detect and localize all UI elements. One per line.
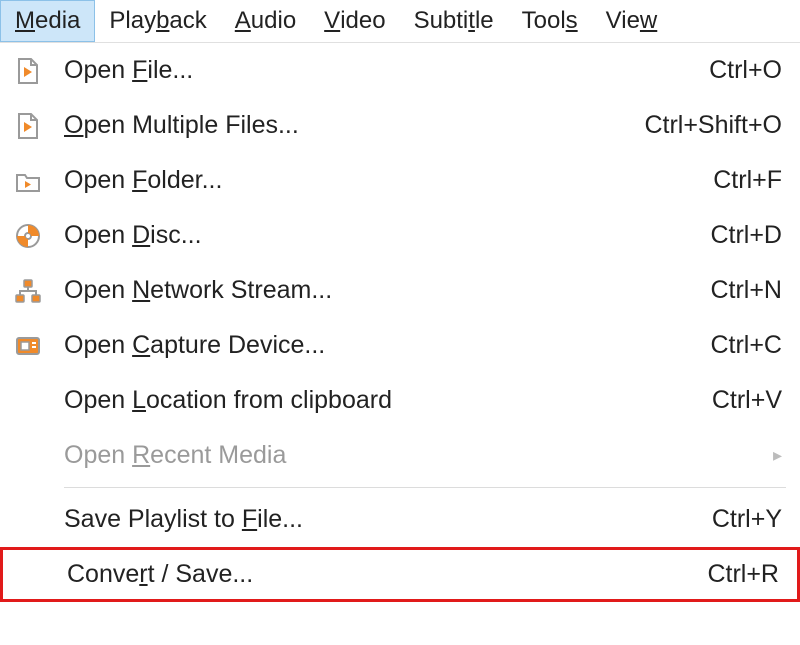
menu-item-label: Open Capture Device... bbox=[64, 331, 680, 360]
menu-item-label: Open Disc... bbox=[64, 221, 680, 250]
menubar-item-tools[interactable]: Tools bbox=[508, 0, 592, 42]
menu-item-shortcut: Ctrl+Shift+O bbox=[644, 111, 782, 140]
menu-item-shortcut: Ctrl+Y bbox=[712, 505, 782, 534]
file-play-icon bbox=[14, 112, 64, 140]
menu-open-recent-media: Open Recent Media ▸ bbox=[0, 428, 800, 483]
menu-item-label: Open Location from clipboard bbox=[64, 386, 682, 415]
menu-item-label: Open Folder... bbox=[64, 166, 683, 195]
menu-item-shortcut: Ctrl+V bbox=[712, 386, 782, 415]
menu-item-shortcut: Ctrl+R bbox=[707, 560, 779, 589]
menubar-item-subtitle[interactable]: Subtitle bbox=[400, 0, 508, 42]
menubar-item-audio[interactable]: Audio bbox=[221, 0, 310, 42]
menu-item-shortcut: Ctrl+C bbox=[710, 331, 782, 360]
menubar-item-video[interactable]: Video bbox=[310, 0, 399, 42]
menu-open-location-clipboard[interactable]: Open Location from clipboard Ctrl+V bbox=[0, 373, 800, 428]
menu-item-label: Convert / Save... bbox=[67, 560, 677, 589]
menu-item-shortcut: Ctrl+D bbox=[710, 221, 782, 250]
capture-icon bbox=[14, 332, 64, 360]
menubar-item-media[interactable]: Media bbox=[0, 0, 95, 42]
menu-open-capture-device[interactable]: Open Capture Device... Ctrl+C bbox=[0, 318, 800, 373]
menu-separator bbox=[64, 487, 786, 488]
menu-open-folder[interactable]: Open Folder... Ctrl+F bbox=[0, 153, 800, 208]
menu-item-label: Open Multiple Files... bbox=[64, 111, 614, 140]
menu-open-multiple-files[interactable]: Open Multiple Files... Ctrl+Shift+O bbox=[0, 98, 800, 153]
folder-play-icon bbox=[14, 167, 64, 195]
menu-item-label: Open Network Stream... bbox=[64, 276, 680, 305]
media-dropdown-menu: Open File... Ctrl+O Open Multiple Files...… bbox=[0, 42, 800, 602]
menu-convert-save[interactable]: Convert / Save... Ctrl+R bbox=[0, 547, 800, 602]
menubar: MediaPlaybackAudioVideoSubtitleToolsView bbox=[0, 0, 800, 42]
menu-open-network-stream[interactable]: Open Network Stream... Ctrl+N bbox=[0, 263, 800, 318]
menu-save-playlist[interactable]: Save Playlist to File... Ctrl+Y bbox=[0, 492, 800, 547]
menu-open-file[interactable]: Open File... Ctrl+O bbox=[0, 43, 800, 98]
menu-item-label: Open Recent Media bbox=[64, 441, 765, 470]
file-play-icon bbox=[14, 57, 64, 85]
disc-icon bbox=[14, 222, 64, 250]
chevron-right-icon: ▸ bbox=[773, 445, 782, 466]
network-icon bbox=[14, 277, 64, 305]
menu-item-shortcut: Ctrl+F bbox=[713, 166, 782, 195]
menubar-item-playback[interactable]: Playback bbox=[95, 0, 220, 42]
menu-item-label: Open File... bbox=[64, 56, 679, 85]
menu-item-shortcut: Ctrl+O bbox=[709, 56, 782, 85]
menubar-item-view[interactable]: View bbox=[592, 0, 672, 42]
menu-open-disc[interactable]: Open Disc... Ctrl+D bbox=[0, 208, 800, 263]
menu-item-label: Save Playlist to File... bbox=[64, 505, 682, 534]
menu-item-shortcut: Ctrl+N bbox=[710, 276, 782, 305]
